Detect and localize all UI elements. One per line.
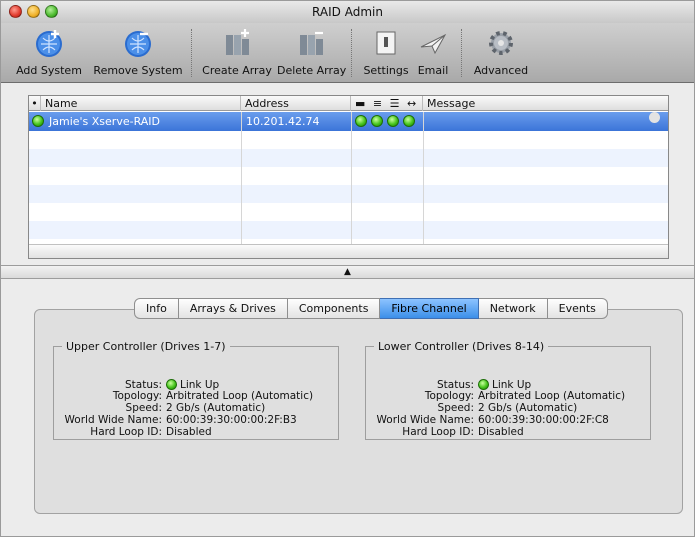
system-address: 10.201.42.74 [246,115,320,128]
toolbar: Add System Remove System Create Array De… [1,23,694,83]
remove-system-button[interactable]: Remove System [93,27,183,78]
table-row[interactable]: Jamie's Xserve-RAID 10.201.42.74 [29,112,668,131]
status-column-header[interactable]: • [29,96,41,111]
toolbar-separator [191,29,192,77]
horizontal-scrollbar[interactable] [29,244,668,258]
column-divider [351,112,352,244]
tab-components[interactable]: Components [287,298,381,319]
minimize-button[interactable] [27,5,40,18]
list-stripe [29,185,668,203]
window-title: RAID Admin [312,5,383,19]
settings-icon [376,31,396,55]
column-divider [423,112,424,244]
upper-wwn-row: World Wide Name: 60:00:39:30:00:00:2F:B3 [64,414,297,426]
drive-status-icon [387,115,399,127]
list-stripe [29,221,668,239]
list-stripe [29,149,668,167]
tab-fibre-channel[interactable]: Fibre Channel [380,298,479,319]
split-view-handle[interactable]: ▲ [1,265,694,279]
lower-topology-row: Topology: Arbitrated Loop (Automatic) [424,390,626,402]
message-column-header[interactable]: Message [423,96,668,111]
toolbar-separator [351,29,352,77]
create-array-icon [226,29,249,55]
address-column-header[interactable]: Address [241,96,351,111]
upper-controller-title: Upper Controller (Drives 1-7) [66,340,226,353]
upper-speed-row: Speed: 2 Gb/s (Automatic) [125,402,266,414]
tab-events[interactable]: Events [547,298,608,319]
system-status-icon [32,115,44,127]
collapse-arrow-icon[interactable]: ▲ [344,267,351,277]
close-button[interactable] [9,5,22,18]
system-name: Jamie's Xserve-RAID [49,115,161,128]
drive-status-icon [355,115,367,127]
lock-icon [649,112,660,123]
link-status-icon [478,379,489,390]
delete-array-button[interactable]: Delete Array [277,27,346,78]
tab-bar: Info Arrays & Drives Components Fibre Ch… [134,298,608,319]
remove-system-icon [125,31,151,57]
column-divider [241,112,242,244]
link-status-icon [166,379,177,390]
upper-hard-loop-row: Hard Loop ID: Disabled [90,426,212,438]
raid-admin-window: RAID Admin Add System Remove System Crea… [0,0,695,537]
tab-arrays-drives[interactable]: Arrays & Drives [178,298,288,319]
lower-wwn-row: World Wide Name: 60:00:39:30:00:00:2F:C8 [376,414,609,426]
title-bar[interactable]: RAID Admin [1,1,694,23]
zoom-button[interactable] [45,5,58,18]
name-column-header[interactable]: Name [41,96,241,111]
add-system-button[interactable]: Add System [7,27,91,78]
email-button[interactable]: Email [413,27,453,78]
drive-status-icon [403,115,415,127]
toolbar-separator [461,29,462,77]
upper-controller-group: Upper Controller (Drives 1-7) Status: Lin… [53,340,339,440]
lower-controller-group: Lower Controller (Drives 8-14) Status: Li… [365,340,651,440]
gear-icon [489,31,513,55]
fibre-channel-panel: Upper Controller (Drives 1-7) Status: Lin… [34,309,683,514]
system-list[interactable]: • Name Address ▬ ≡ ☰ ↔ Message Jamie's X… [28,95,669,259]
upper-topology-row: Topology: Arbitrated Loop (Automatic) [112,390,314,402]
drive-status-icon [371,115,383,127]
lower-hard-loop-row: Hard Loop ID: Disabled [402,426,524,438]
advanced-button[interactable]: Advanced [471,27,531,78]
list-header: • Name Address ▬ ≡ ☰ ↔ Message [29,96,668,111]
create-array-button[interactable]: Create Array [199,27,275,78]
delete-array-icon [300,31,323,55]
email-icon [420,33,447,55]
tab-network[interactable]: Network [478,298,548,319]
lower-speed-row: Speed: 2 Gb/s (Automatic) [437,402,578,414]
drive-status-column-header[interactable]: ▬ ≡ ☰ ↔ [351,96,423,111]
lower-controller-title: Lower Controller (Drives 8-14) [378,340,545,353]
add-system-icon [36,30,62,57]
tab-info[interactable]: Info [134,298,179,319]
settings-button[interactable]: Settings [361,27,411,78]
